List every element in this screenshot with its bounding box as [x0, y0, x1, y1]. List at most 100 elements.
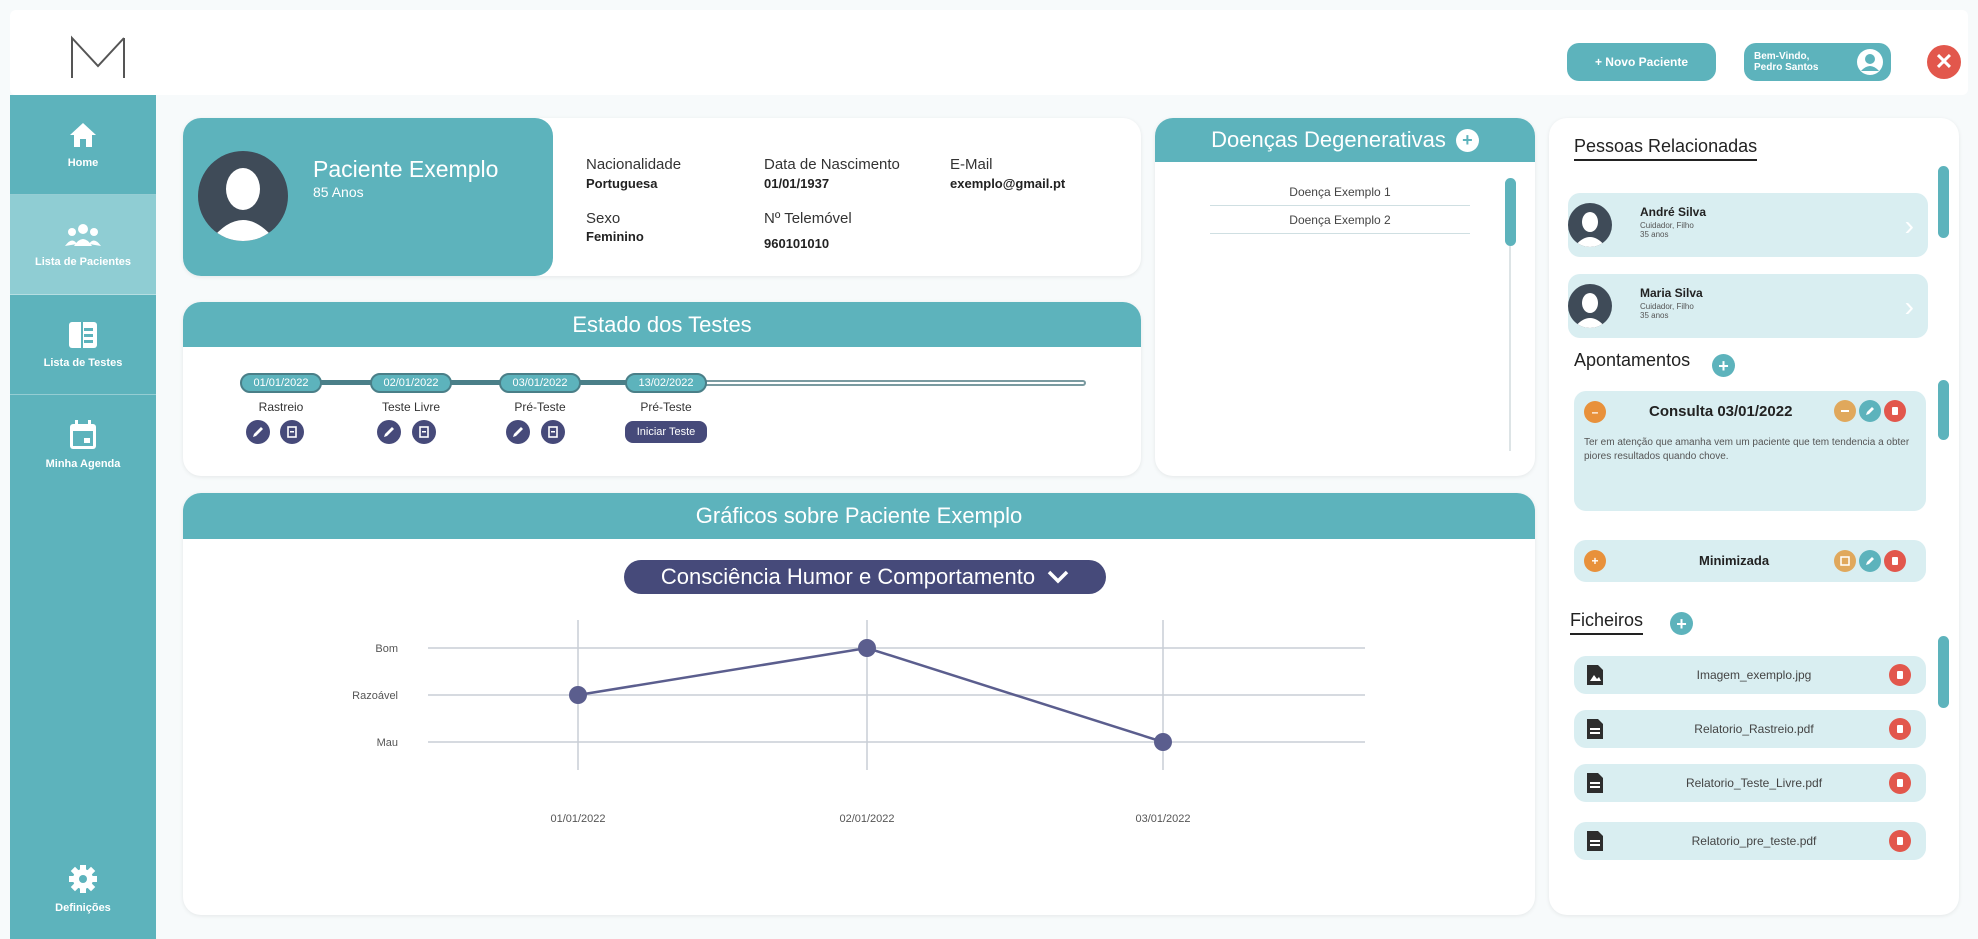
edit-button[interactable] — [1859, 550, 1881, 572]
expand-icon[interactable]: + — [1584, 550, 1606, 572]
add-disease-button[interactable]: + — [1455, 128, 1479, 152]
sidebar-item-label: Definições — [55, 902, 111, 914]
appointment-card[interactable]: – Consulta 03/01/2022 Ter em atenção que… — [1574, 391, 1926, 511]
related-person-card[interactable]: André Silva Cuidador, Filho 35 anos › — [1568, 193, 1928, 257]
delete-file-button[interactable] — [1889, 830, 1911, 852]
timeline-date: 02/01/2022 — [370, 373, 452, 393]
sidebar-item-tests[interactable]: Lista de Testes — [10, 295, 156, 395]
file-item[interactable]: Imagem_exemplo.jpg — [1574, 656, 1926, 694]
charts-header: Gráficos sobre Paciente Exemplo — [183, 493, 1535, 539]
view-report-button[interactable] — [541, 420, 565, 444]
file-item[interactable]: Relatorio_pre_teste.pdf — [1574, 822, 1926, 860]
edit-button[interactable] — [1859, 400, 1881, 422]
delete-button[interactable] — [1884, 550, 1906, 572]
sidebar: Home Lista de Pacientes Lista de Testes … — [10, 95, 156, 939]
restore-icon — [1840, 556, 1850, 566]
chart-category-dropdown[interactable]: Consciência Humor e Comportamento — [624, 560, 1106, 594]
phone-label: Nº Telemóvel — [764, 210, 852, 227]
person-age: 35 anos — [1640, 230, 1669, 239]
trash-icon — [1892, 557, 1898, 565]
file-name: Relatorio_Teste_Livre.pdf — [1685, 776, 1823, 790]
collapse-icon[interactable]: – — [1584, 401, 1606, 423]
related-person-card[interactable]: Maria Silva Cuidador, Filho 35 anos › — [1568, 274, 1928, 338]
data-point — [858, 639, 876, 657]
trash-icon — [1897, 725, 1903, 733]
y-tick-label: Bom — [375, 643, 398, 655]
birthdate-label: Data de Nascimento — [764, 156, 900, 173]
appointments-scrollbar[interactable] — [1938, 380, 1949, 440]
timeline-step-label: Pré-Teste — [514, 400, 566, 414]
person-relation: Cuidador, Filho — [1640, 302, 1694, 311]
timeline-date: 13/02/2022 — [625, 373, 707, 393]
sidebar-item-label: Minha Agenda — [45, 458, 121, 470]
email-value: exemplo@gmail.pt — [950, 176, 1066, 191]
diseases-scrollbar[interactable] — [1505, 178, 1516, 246]
list-icon — [69, 322, 97, 348]
timeline-date: 03/01/2022 — [499, 373, 581, 393]
sidebar-item-settings[interactable]: Definições — [10, 839, 156, 939]
edit-test-button[interactable] — [377, 420, 401, 444]
files-scrollbar[interactable] — [1938, 636, 1949, 708]
file-item[interactable]: Relatorio_Rastreio.pdf — [1574, 710, 1926, 748]
chevron-right-icon: › — [1904, 291, 1914, 322]
appointment-title: Consulta 03/01/2022 — [1649, 403, 1793, 420]
email-label: E-Mail — [950, 156, 993, 173]
chevron-right-icon: › — [1904, 210, 1914, 241]
view-report-button[interactable] — [280, 420, 304, 444]
file-name: Relatorio_Rastreio.pdf — [1694, 722, 1814, 736]
edit-test-button[interactable] — [506, 420, 530, 444]
close-icon: ✕ — [1934, 49, 1954, 74]
nationality-value: Portuguesa — [586, 176, 658, 191]
y-tick-label: Mau — [377, 737, 398, 749]
delete-file-button[interactable] — [1889, 772, 1911, 794]
x-tick-label: 01/01/2022 — [550, 813, 605, 825]
birthdate-value: 01/01/1937 — [764, 176, 830, 191]
app-logo — [71, 35, 125, 78]
user-welcome-button[interactable]: Bem-Vindo, Pedro Santos — [1744, 43, 1891, 81]
new-patient-button[interactable]: + Novo Paciente — [1567, 43, 1716, 81]
delete-file-button[interactable] — [1889, 664, 1911, 686]
disease-item: Doença Exemplo 1 — [1210, 178, 1470, 206]
minimize-button[interactable] — [1834, 400, 1856, 422]
edit-test-button[interactable] — [246, 420, 270, 444]
minus-icon — [1841, 410, 1849, 412]
close-button[interactable]: ✕ — [1927, 45, 1961, 79]
calendar-icon — [70, 420, 96, 449]
chevron-down-icon — [1047, 570, 1069, 584]
trash-icon — [1897, 671, 1903, 679]
timeline-date: 01/01/2022 — [240, 373, 322, 393]
timeline-step-label: Pré-Teste — [640, 400, 692, 414]
restore-button[interactable] — [1834, 550, 1856, 572]
x-tick-label: 02/01/2022 — [839, 813, 894, 825]
pencil-icon — [384, 427, 394, 437]
delete-file-button[interactable] — [1889, 718, 1911, 740]
add-appointment-button[interactable]: + — [1712, 354, 1735, 377]
sidebar-item-home[interactable]: Home — [10, 95, 156, 195]
image-file-icon — [1587, 665, 1603, 685]
tests-status-header: Estado dos Testes — [183, 302, 1141, 347]
patient-header: Paciente Exemplo 85 Anos — [183, 118, 553, 276]
disease-item: Doença Exemplo 2 — [1210, 206, 1470, 234]
appointments-title: Apontamentos — [1574, 350, 1691, 370]
sidebar-item-patients[interactable]: Lista de Pacientes — [10, 195, 156, 295]
patient-name: Paciente Exemplo — [313, 156, 499, 182]
sidebar-item-label: Home — [67, 157, 99, 169]
file-item[interactable]: Relatorio_Teste_Livre.pdf — [1574, 764, 1926, 802]
trash-icon — [1892, 407, 1898, 415]
view-report-button[interactable] — [412, 420, 436, 444]
timeline-step-label: Teste Livre — [381, 400, 441, 414]
appointment-card-minimized[interactable]: + Minimizada — [1574, 540, 1926, 582]
related-scrollbar[interactable] — [1938, 166, 1949, 238]
start-test-button[interactable]: Iniciar Teste — [625, 421, 707, 443]
y-tick-label: Razoável — [352, 690, 398, 702]
timeline-step-label: Rastreio — [258, 400, 304, 414]
tests-status-title: Estado dos Testes — [572, 311, 752, 337]
pdf-file-icon — [1587, 719, 1603, 739]
pencil-icon — [1866, 407, 1874, 415]
sidebar-item-agenda[interactable]: Minha Agenda — [10, 395, 156, 495]
phone-value: 960101010 — [764, 236, 830, 251]
patient-avatar — [198, 151, 288, 241]
delete-button[interactable] — [1884, 400, 1906, 422]
add-file-button[interactable]: + — [1670, 612, 1693, 635]
avatar — [1568, 203, 1612, 247]
